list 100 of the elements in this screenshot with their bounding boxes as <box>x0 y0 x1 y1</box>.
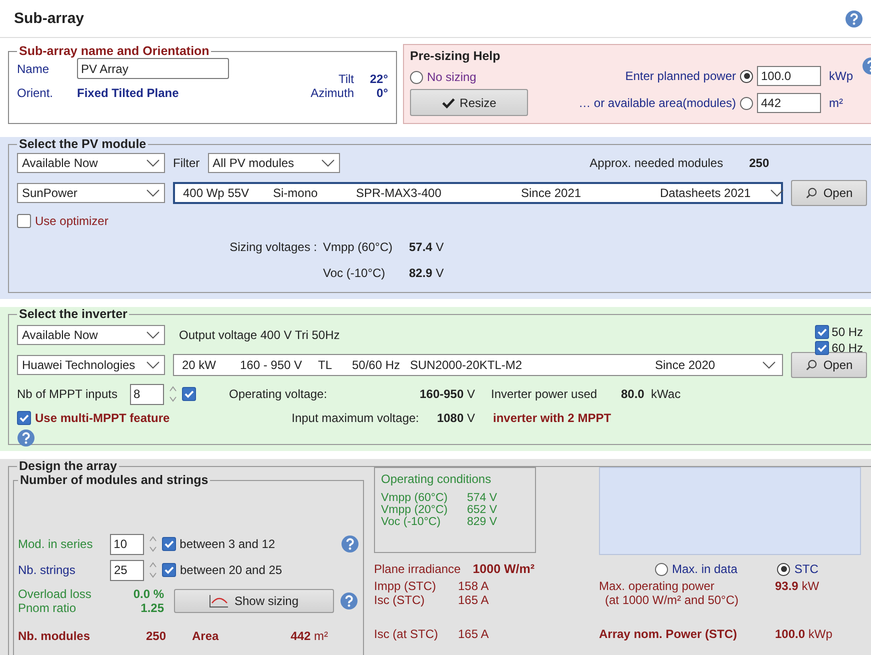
manufacturer-dropdown[interactable]: Huawei Technologies <box>17 355 165 375</box>
field-label: Sizing voltages : <box>228 240 318 254</box>
curve-chart-icon <box>209 594 230 608</box>
output-voltage-text: Output voltage 400 V Tri 50Hz <box>179 328 340 342</box>
section-title: Select the inverter <box>18 307 128 321</box>
chevron-down-icon <box>762 361 776 369</box>
field-label: Input maximum voltage: <box>290 411 419 425</box>
section-title: Sub-array name and Orientation <box>18 44 210 58</box>
availability-dropdown[interactable]: Available Now <box>17 153 165 173</box>
help-icon[interactable] <box>845 10 863 28</box>
checkbox[interactable] <box>162 563 176 577</box>
checkbox-label: Use optimizer <box>35 214 108 228</box>
power-value: 93.9 kW <box>775 579 820 593</box>
number-field[interactable]: 8 <box>130 384 164 404</box>
field-label: Area <box>192 629 220 643</box>
field-label: Filter <box>173 156 200 170</box>
chevron-down-icon <box>146 331 160 339</box>
voltage-value: 652 V <box>466 504 497 516</box>
radio-button[interactable] <box>655 562 668 576</box>
unit-label: m² <box>829 96 844 110</box>
voltage-label: Vmpp (60°C) <box>381 492 449 504</box>
model-dropdown[interactable]: 400 Wp 55V Si-mono SPR-MAX3-400 Since 2021 Datasheets 2021 <box>173 182 783 204</box>
resize-button[interactable]: Resize <box>410 89 528 116</box>
field-label: Mod. in series <box>18 537 94 551</box>
voltage-label: Vmpp (20°C) <box>381 504 449 516</box>
irradiance-value: 1000 W/m² <box>472 562 535 576</box>
checkbox[interactable] <box>17 411 31 425</box>
number-field[interactable]: 25 <box>110 560 144 580</box>
current-label: Isc (at STC) <box>374 627 440 641</box>
checkbox[interactable] <box>814 341 829 355</box>
chevron-down-icon <box>146 159 160 167</box>
checkbox[interactable] <box>17 214 31 228</box>
value-field[interactable]: 442 <box>757 93 821 113</box>
field-label: Orient. <box>17 86 54 100</box>
radio-button[interactable] <box>740 70 753 82</box>
checkbox[interactable] <box>814 325 829 339</box>
name-field[interactable]: PV Array <box>77 58 229 80</box>
field-label: Operating voltage: <box>229 387 328 401</box>
current-label: Impp (STC) <box>374 579 438 593</box>
field-label: Plane irradiance <box>374 562 461 576</box>
manufacturer-dropdown[interactable]: SunPower <box>17 183 165 203</box>
model-dropdown[interactable]: 20 kW 160 - 950 V TL 50/60 Hz SUN2000-20KTL-M2 Since 2020 <box>173 354 783 376</box>
radio-button[interactable] <box>410 70 423 84</box>
radio-label: … or available area(modules) <box>578 96 736 110</box>
voltage-value: 57.4 V <box>409 240 445 254</box>
number-field[interactable]: 10 <box>110 534 144 554</box>
voltage-value: 160-950 V <box>419 387 475 401</box>
current-value: 165 A <box>458 593 490 607</box>
radio-button[interactable] <box>777 562 790 576</box>
mppt-note: inverter with 2 MPPT <box>492 411 612 425</box>
power-value: 100.0 kWp <box>775 627 834 641</box>
voltage-label: Voc (-10°C) <box>381 516 442 528</box>
open-button[interactable]: Open <box>791 352 867 378</box>
field-label: Tilt <box>337 72 354 86</box>
chevron-down-icon <box>146 189 160 197</box>
chevron-down-icon <box>320 159 335 167</box>
show-sizing-button[interactable]: Show sizing <box>174 589 334 613</box>
field-label: Nb. modules <box>18 629 92 643</box>
voltage-value: 829 V <box>466 516 497 528</box>
unit-label: kWp <box>829 69 853 83</box>
azimuth-value: 0° <box>376 86 388 100</box>
voltage-value: 574 V <box>466 492 497 504</box>
field-label: Approx. needed modules <box>590 156 724 170</box>
help-icon[interactable] <box>341 535 359 553</box>
checkbox[interactable] <box>162 537 176 551</box>
box-title: Operating conditions <box>381 472 492 486</box>
filter-dropdown[interactable]: All PV modules <box>208 153 340 173</box>
section-title: Design the array <box>18 459 118 473</box>
checkmark-icon <box>442 96 455 108</box>
pnom-ratio-value: 1.25 <box>140 601 164 615</box>
checkbox-label: Use multi-MPPT feature <box>35 411 170 425</box>
field-label: Nb. strings <box>18 563 76 577</box>
radio-label: Max. in data <box>672 562 738 576</box>
section-title: Select the PV module <box>18 137 148 151</box>
field-label: Pnom ratio <box>18 601 78 615</box>
help-icon[interactable] <box>17 429 35 447</box>
overload-value: 0.0 % <box>132 587 164 601</box>
checkbox[interactable] <box>182 387 196 401</box>
radio-button[interactable] <box>740 96 753 110</box>
field-label: Name <box>17 62 50 76</box>
open-button[interactable]: Open <box>791 180 867 206</box>
value-field[interactable]: 100.0 <box>757 66 821 86</box>
modules-count-value: 250 <box>144 629 166 643</box>
magnifier-icon <box>805 187 818 199</box>
field-label: Max. operating power <box>599 579 716 593</box>
section-title: Pre-sizing Help <box>410 49 502 65</box>
chevron-down-icon <box>770 189 784 197</box>
tilt-value: 22° <box>368 72 388 86</box>
radio-label: STC <box>794 562 818 576</box>
availability-dropdown[interactable]: Available Now <box>17 325 165 345</box>
voltage-value: 82.9 V <box>409 266 445 280</box>
field-label: Array nom. Power (STC) <box>599 627 738 641</box>
checkbox-label: 50 Hz <box>832 325 863 339</box>
voltage-label: Voc (-10°C) <box>323 266 386 280</box>
chevron-down-icon <box>146 361 160 369</box>
orientation-value: Fixed Tilted Plane <box>77 86 180 100</box>
current-label: Isc (STC) <box>374 593 426 607</box>
help-icon[interactable] <box>340 592 358 610</box>
checkbox-label: 60 Hz <box>832 341 863 355</box>
voltage-value: 1080 V <box>436 411 475 425</box>
